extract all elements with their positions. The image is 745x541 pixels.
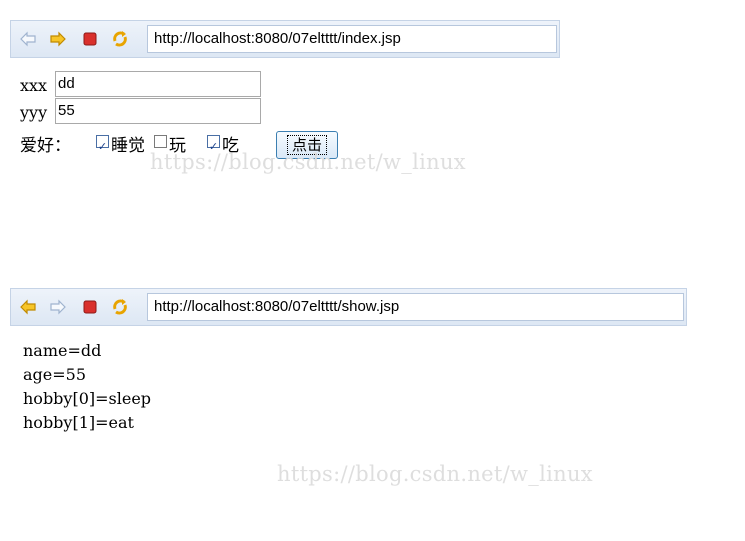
age-label: yyy — [20, 103, 48, 122]
hobby-checkbox-sleep[interactable]: ✓ — [96, 135, 109, 153]
browser-toolbar-index: http://localhost:8080/07eltttt/index.jsp — [10, 20, 560, 58]
refresh-icon[interactable] — [111, 298, 129, 316]
output-line: name=dd — [23, 341, 102, 360]
name-label: xxx — [20, 76, 48, 95]
age-input[interactable]: 55 — [55, 98, 261, 124]
output-line: age=55 — [23, 365, 87, 384]
output-line: hobby[0]=sleep — [23, 389, 152, 408]
hobby-option-label: 睡觉 — [111, 136, 145, 156]
hobby-label: 爱好： — [20, 136, 71, 156]
address-bar[interactable]: http://localhost:8080/07eltttt/index.jsp — [147, 25, 557, 53]
stop-icon[interactable] — [81, 30, 99, 48]
name-input[interactable]: dd — [55, 71, 261, 97]
hobby-checkbox-eat[interactable]: ✓ — [207, 135, 220, 153]
stop-icon[interactable] — [81, 298, 99, 316]
back-arrow-icon[interactable] — [19, 30, 37, 48]
address-bar[interactable]: http://localhost:8080/07eltttt/show.jsp — [147, 293, 684, 321]
back-arrow-icon[interactable] — [19, 298, 37, 316]
watermark: https://blog.csdn.net/w_linux — [277, 462, 593, 486]
forward-arrow-icon[interactable] — [49, 30, 67, 48]
refresh-icon[interactable] — [111, 30, 129, 48]
browser-toolbar-show: http://localhost:8080/07eltttt/show.jsp — [10, 288, 687, 326]
hobby-checkbox-play[interactable]: ✓ — [154, 135, 167, 148]
output-line: hobby[1]=eat — [23, 413, 134, 432]
watermark: https://blog.csdn.net/w_linux — [150, 150, 466, 174]
forward-arrow-icon[interactable] — [49, 298, 67, 316]
